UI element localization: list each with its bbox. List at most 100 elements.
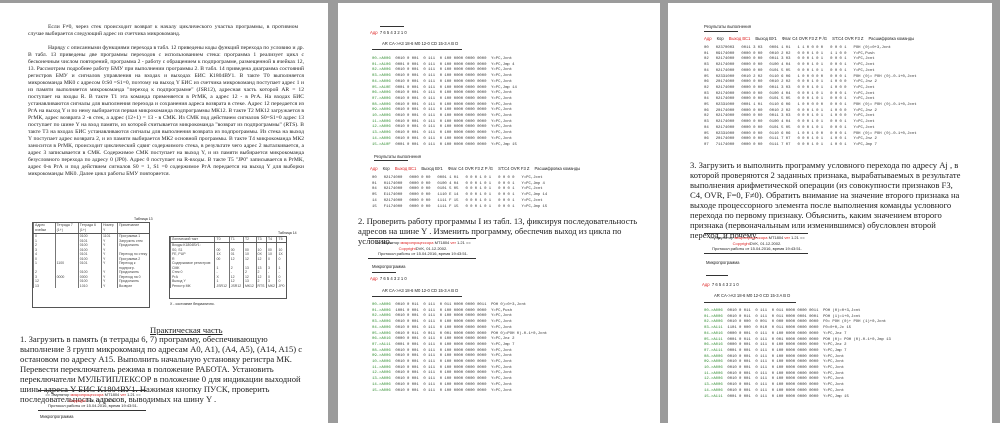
results-header-cell: Расшифровка команды [868,36,915,41]
listing-address: 04->A006 [372,79,391,84]
listing-comment: Y=PC,Jcnt [491,79,513,84]
listing-code: 0010 0 011 0 111 0 011 0000 0001 0001 [727,314,819,319]
listing-code: 0001 0 001 0 111 0 100 0000 0000 0000 [395,62,487,67]
listing-comment: Y=PC,Jcnt [491,68,513,73]
result-cell: 0 0 0 1 0 1 [797,85,824,90]
listing-address: 07->A006 [372,96,391,101]
results-header-cell: Кор [382,166,390,171]
listing-code: 0010 0 001 0 111 0 100 0000 0000 0000 [395,74,487,79]
listing-code: 0010 0 001 0 111 0 100 0000 0000 0000 [395,371,487,376]
result-cell: 0 0 0 1 0 1 [465,193,492,198]
listing-code: 0010 0 001 0 111 0 100 0000 0000 0000 [727,388,819,393]
results-header-cell: ST:C4 OVR F3 Z [498,166,530,171]
result-cell: 0010 2 02 [769,80,791,85]
result-cell: 0100 4 04 [769,63,791,68]
table-cell: JSR12 [214,283,230,288]
listing-address: 04->A016 [704,331,723,336]
result-cell: 0 0 0 1 0 1 [797,97,824,102]
result-cell: 04 [704,125,709,130]
result-cell: 0000 0 00 [409,198,431,203]
listing-address: 15->A111 [704,394,723,399]
result-cell: POH (0)=0+3,Jcnt [853,46,891,50]
result-cell: 0 0 0 1 [830,91,847,96]
result-cell: 03 [704,91,709,96]
result-cell: 0000 0 00 [741,51,763,56]
result-cell: 04 [704,68,709,73]
listing-address: 10->A006 [372,360,391,365]
result-cell: 0010 2 02 [769,108,791,113]
result-cell: 00 [372,176,377,180]
result-cell: 0000 0 00 [741,57,763,62]
listing-code: 0010 0 001 0 111 0 100 0000 0000 0000 [395,125,487,130]
listing-address: 00->A006 [372,303,391,307]
result-cell: 0 0 0 1 [498,204,515,209]
document-page-3: Результаты выполнения Адр Кор Выход ВС1 Вых… [668,3,992,423]
result-cell: 04 [372,187,377,192]
listing-comment: POH 0)=0+3,Jcnt [491,303,527,307]
listing-address: 07->A111 [704,348,723,353]
listing-comment: Y=PC,Jmp 7 [823,348,847,353]
result-cell: 0 0 0 1 0 1 [465,204,492,209]
result-cell: 0011 3 03 [769,57,791,62]
result-cell: 0001 1 01 [769,46,791,50]
listing-address: 05->A10E [372,85,391,90]
listing-code: 0010 0 001 0 111 0 100 0000 0000 0000 [395,96,487,101]
table-cell: МК12 [243,283,256,288]
result-cell: 14 [372,198,377,203]
result-cell: 02174000 [715,125,735,130]
result-cell: 0100 4 04 [769,120,791,125]
table-header-cell: Адрес ячейки [33,223,56,234]
result-cell: 0100 4 04 [769,91,791,96]
listing-code: 0010 0 011 0 111 0 011 0000 0000 0011 [395,303,487,307]
result-cell: Y=PC,Jcnt [853,97,875,102]
listing-comment: Y=PC,Jcnt [491,74,513,79]
result-cell: 09174000 [715,51,735,56]
result-cell: 02174000 [715,85,735,90]
listing-comment: Y=PC,Jcnt [491,108,513,113]
listing-comment: Y=PC,Jcnt [823,383,845,388]
listing-code: 0010 0 001 0 111 0 100 0000 0000 0000 [395,354,487,359]
listing-comment: Y=PC,Jmp 7 [491,342,515,347]
listing-code: 0010 0 001 0 111 0 100 0000 0000 0000 [395,388,487,393]
result-cell: 0 0 0 1 [830,46,847,50]
listing-address: 11->A006 [372,119,391,124]
result-cell: 0 0 0 1 0 1 [465,176,492,180]
results-header-cell: Кор [716,36,724,41]
result-cell: 0111 7 07 [769,142,791,147]
result-cell: 0101 5 05 [769,125,791,130]
listing-comment: Y=PC,Jmp 4 [491,62,515,67]
result-cell: 05 [704,103,709,108]
listing-code: 0001 0 001 0 111 0 100 0000 0000 0000 [395,142,487,147]
listing-address: 02->A006 [372,68,391,73]
result-cell: 07 [704,142,709,147]
table-cell: Переход по стеку [116,252,149,257]
listing-address: 00->A006 [372,57,391,61]
results-header-cell: Адр [370,166,378,171]
listing-address: 11->A006 [372,365,391,370]
result-cell: 0000 0 00 [409,204,431,209]
results-header-cell: Выход ВС1 [728,36,751,41]
listing-code: 0010 0 001 0 111 0 100 0000 0000 0000 [395,108,487,113]
result-cell: 0 0 0 1 0 1 [797,108,824,113]
table-cell: Y [100,261,118,270]
table-cell: JSR12 [228,283,244,288]
listing-comment: Y=PC,Jcnt [491,354,513,359]
result-cell: 20174000 [715,80,735,85]
table-cell: JP0 [276,283,286,288]
result-cell: 0010 2 02 [769,51,791,56]
listing-code: 0010 0 011 0 111 0 011 0000 0000 0011 [727,309,819,313]
results-header-cell: Выход ВУ1 [421,166,443,171]
result-cell: POH (0)= POH (0)-0-1+0,Jcnt [853,74,917,79]
result-cell: 02174000 [383,198,403,203]
result-cell: 05 [372,193,377,198]
listing-comment: Y=PC,Jcnt [491,96,513,101]
result-cell: 0000 0 00 [741,68,763,73]
result-cell: 1 0 0 0 [830,108,847,113]
document-page-1: Если F≠0, через стек происходит возврат … [0,3,328,423]
microprogram-label: Микропрограмма [40,414,74,419]
result-cell: 0 0 0 1 0 1 [465,181,492,186]
result-cell: 15 [372,204,377,209]
table-header-cell: Примечание [116,223,149,234]
result-cell: Y=PC,Jcnt [521,176,543,180]
result-cell: POH (0)= POH (0)-0-1+0,Jcnt [853,131,917,136]
